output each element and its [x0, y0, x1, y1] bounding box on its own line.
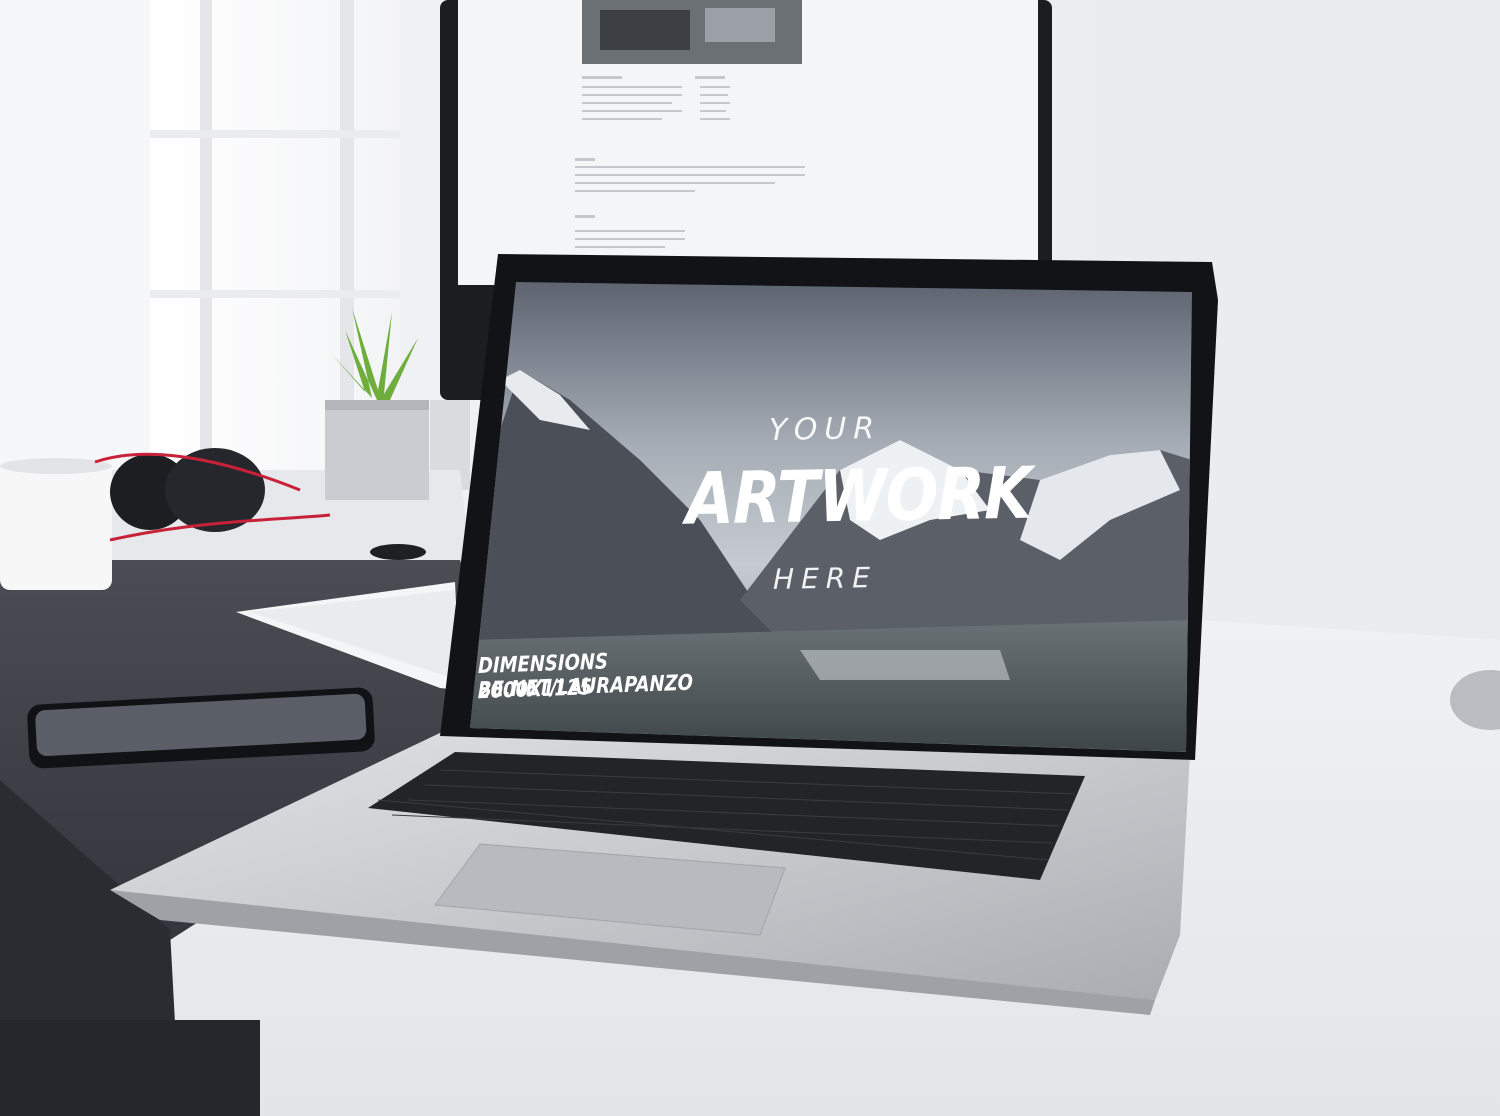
mug: [0, 458, 112, 590]
screen-text-artwork: ARTWORK: [686, 450, 1032, 541]
screen-text-your: YOUR: [768, 411, 882, 448]
window: [0, 0, 400, 470]
screen-text-here: HERE: [773, 561, 877, 596]
scene-svg: [0, 0, 1500, 1116]
coaster: [370, 544, 426, 560]
photo-scene: YOUR ARTWORK HERE DIMENSIONS 2000X1125 B…: [0, 0, 1500, 1116]
